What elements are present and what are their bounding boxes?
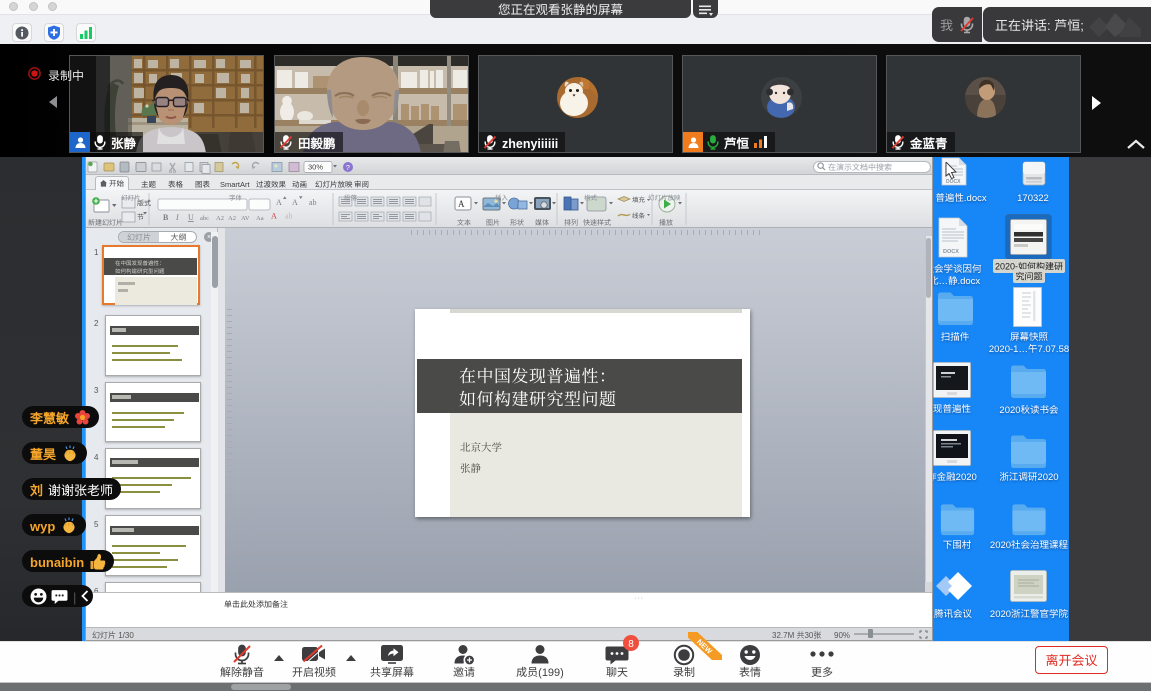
- svg-text:DOCX: DOCX: [946, 178, 961, 185]
- svg-text:?: ?: [346, 162, 350, 173]
- svg-text:30%: 30%: [308, 162, 323, 173]
- svg-text:DOCX: DOCX: [943, 247, 959, 255]
